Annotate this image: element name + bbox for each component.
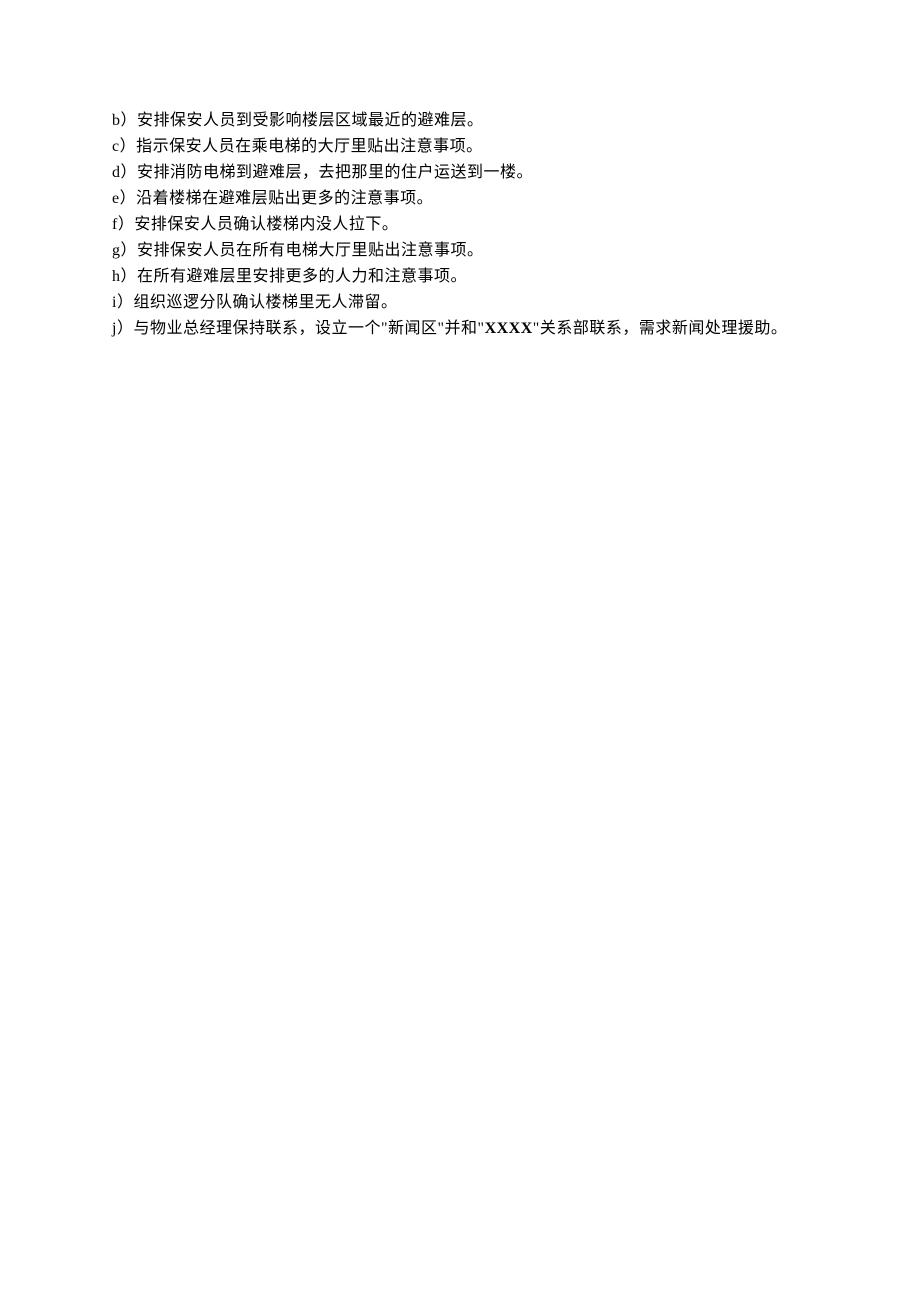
item-text: 沿着楼梯在避难层贴出更多的注意事项。 (136, 190, 433, 207)
list-item: e）沿着楼梯在避难层贴出更多的注意事项。 (112, 186, 860, 212)
item-label: d） (112, 164, 137, 181)
item-label: j） (112, 320, 133, 337)
item-text-bold: XXXX (485, 320, 533, 337)
item-label: g） (112, 242, 137, 259)
item-label: i） (112, 294, 133, 311)
item-text: 组织巡逻分队确认楼梯里无人滞留。 (133, 294, 397, 311)
item-label: b） (112, 112, 137, 129)
item-label: f） (112, 216, 134, 233)
list-item: f）安排保安人员确认楼梯内没人拉下。 (112, 212, 860, 238)
item-label: c） (112, 138, 136, 155)
item-text: 安排保安人员确认楼梯内没人拉下。 (134, 216, 398, 233)
item-text: 安排保安人员到受影响楼层区域最近的避难层。 (137, 112, 484, 129)
list-item: i）组织巡逻分队确认楼梯里无人滞留。 (112, 290, 860, 316)
item-text: 在所有避难层里安排更多的人力和注意事项。 (137, 268, 467, 285)
item-text-part1: 与物业总经理保持联系，设立一个"新闻区"并和" (133, 320, 484, 337)
item-text: 指示保安人员在乘电梯的大厅里贴出注意事项。 (136, 138, 483, 155)
document-content: b）安排保安人员到受影响楼层区域最近的避难层。 c）指示保安人员在乘电梯的大厅里… (112, 108, 860, 342)
list-item: c）指示保安人员在乘电梯的大厅里贴出注意事项。 (112, 134, 860, 160)
item-text: 安排消防电梯到避难层，去把那里的住户运送到一楼。 (137, 164, 533, 181)
item-label: e） (112, 190, 136, 207)
list-item: g）安排保安人员在所有电梯大厅里贴出注意事项。 (112, 238, 860, 264)
list-item: h）在所有避难层里安排更多的人力和注意事项。 (112, 264, 860, 290)
list-item: j）与物业总经理保持联系，设立一个"新闻区"并和"XXXX"关系部联系，需求新闻… (112, 316, 860, 342)
item-text: 安排保安人员在所有电梯大厅里贴出注意事项。 (137, 242, 484, 259)
item-label: h） (112, 268, 137, 285)
item-text-part2: "关系部联系，需求新闻处理援助。 (533, 320, 788, 337)
list-item: d）安排消防电梯到避难层，去把那里的住户运送到一楼。 (112, 160, 860, 186)
list-item: b）安排保安人员到受影响楼层区域最近的避难层。 (112, 108, 860, 134)
